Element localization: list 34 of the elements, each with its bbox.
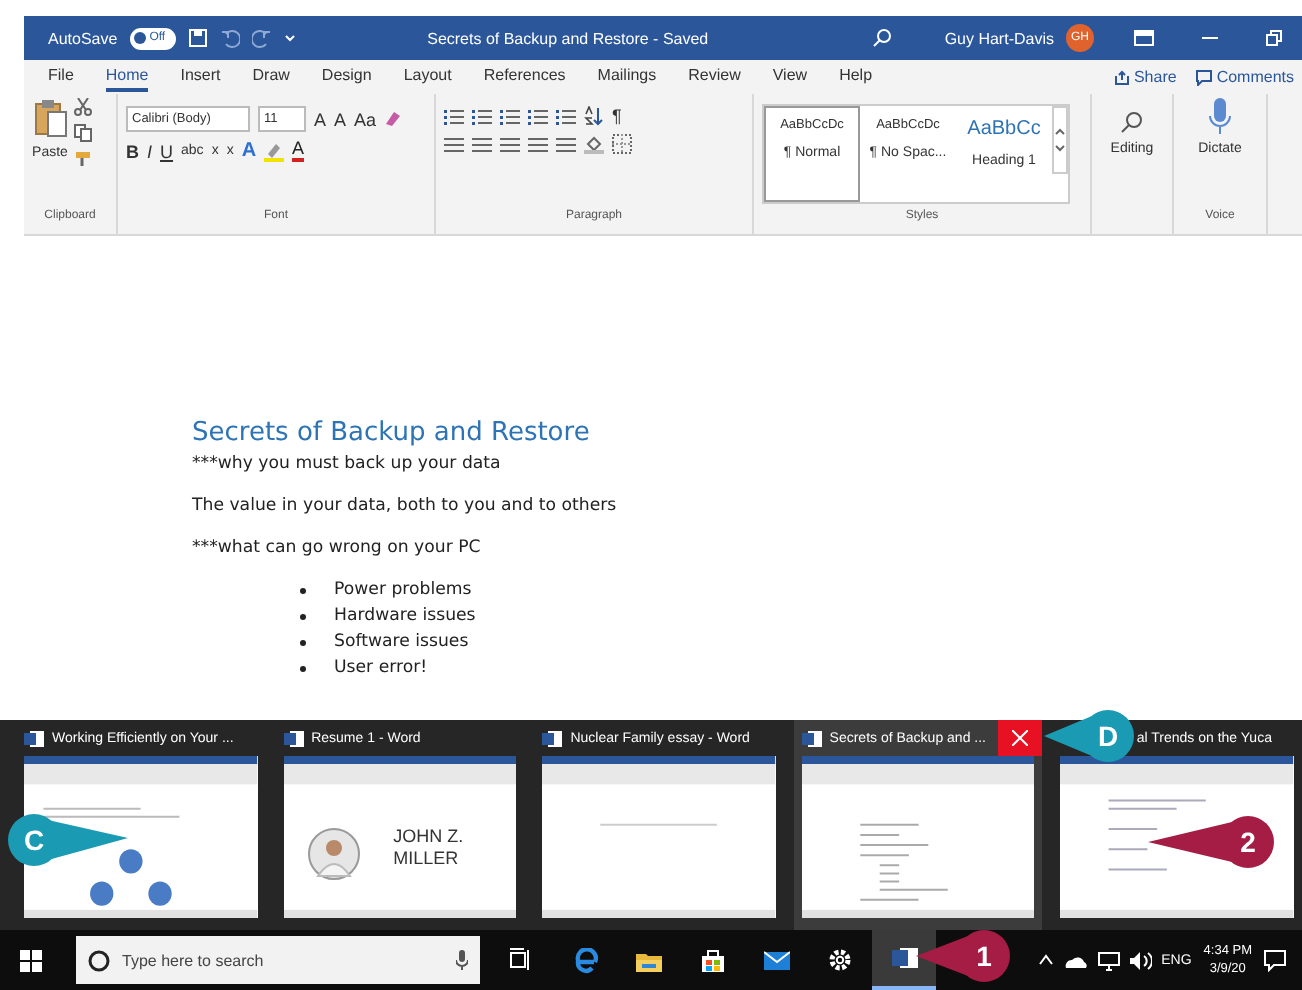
bold-button[interactable]: B	[126, 141, 139, 161]
document-paragraph: The value in your data, both to you and to others	[192, 496, 619, 516]
user-name: Guy Hart-Davis	[944, 29, 1054, 47]
bullet-item: User error!	[300, 658, 1302, 678]
italic-button[interactable]: I	[147, 141, 153, 161]
document-heading: Secrets of Backup and Restore	[192, 418, 592, 448]
menu-tab[interactable]: View	[772, 62, 808, 92]
menu-tab[interactable]: Review	[688, 62, 741, 92]
menu-tab[interactable]: Draw	[252, 62, 290, 92]
menu-tab[interactable]: Mailings	[597, 62, 657, 92]
bullet-item: Software issues	[300, 632, 1302, 652]
text-effects-button[interactable]: A	[241, 140, 257, 162]
menu-tab[interactable]: Layout	[403, 62, 452, 92]
document-paragraph: ***why you must back up your data	[192, 454, 503, 474]
menu-tab[interactable]: Design	[321, 62, 372, 92]
search-field[interactable]: Type here to search	[76, 936, 480, 984]
window-title: Secrets of Backup and Restore - Saved	[427, 29, 709, 47]
font-color-button[interactable]: A	[292, 140, 305, 162]
bullet-item: Power problems	[300, 580, 1302, 600]
menu-tab[interactable]: References	[483, 62, 566, 92]
menu-tab[interactable]: Insert	[180, 62, 221, 92]
grow-font-button[interactable]: A	[314, 109, 327, 129]
change-case-button[interactable]: Aa	[354, 109, 377, 129]
bullet-item: Hardware issues	[300, 606, 1302, 626]
menu-tab[interactable]: Help	[839, 62, 873, 92]
share-button[interactable]: Share	[1113, 68, 1177, 86]
resume-name: JOHN Z. MILLER	[393, 826, 464, 870]
underline-button[interactable]: U	[160, 141, 174, 161]
autosave-label: AutoSave	[48, 29, 118, 47]
show-marks-button[interactable]: ¶	[612, 106, 622, 126]
comments-button[interactable]: Comments	[1196, 68, 1294, 86]
shrink-font-button[interactable]: A	[334, 109, 347, 129]
menu-tab[interactable]: File	[48, 62, 74, 92]
document-paragraph: ***what can go wrong on your PC	[192, 538, 483, 558]
